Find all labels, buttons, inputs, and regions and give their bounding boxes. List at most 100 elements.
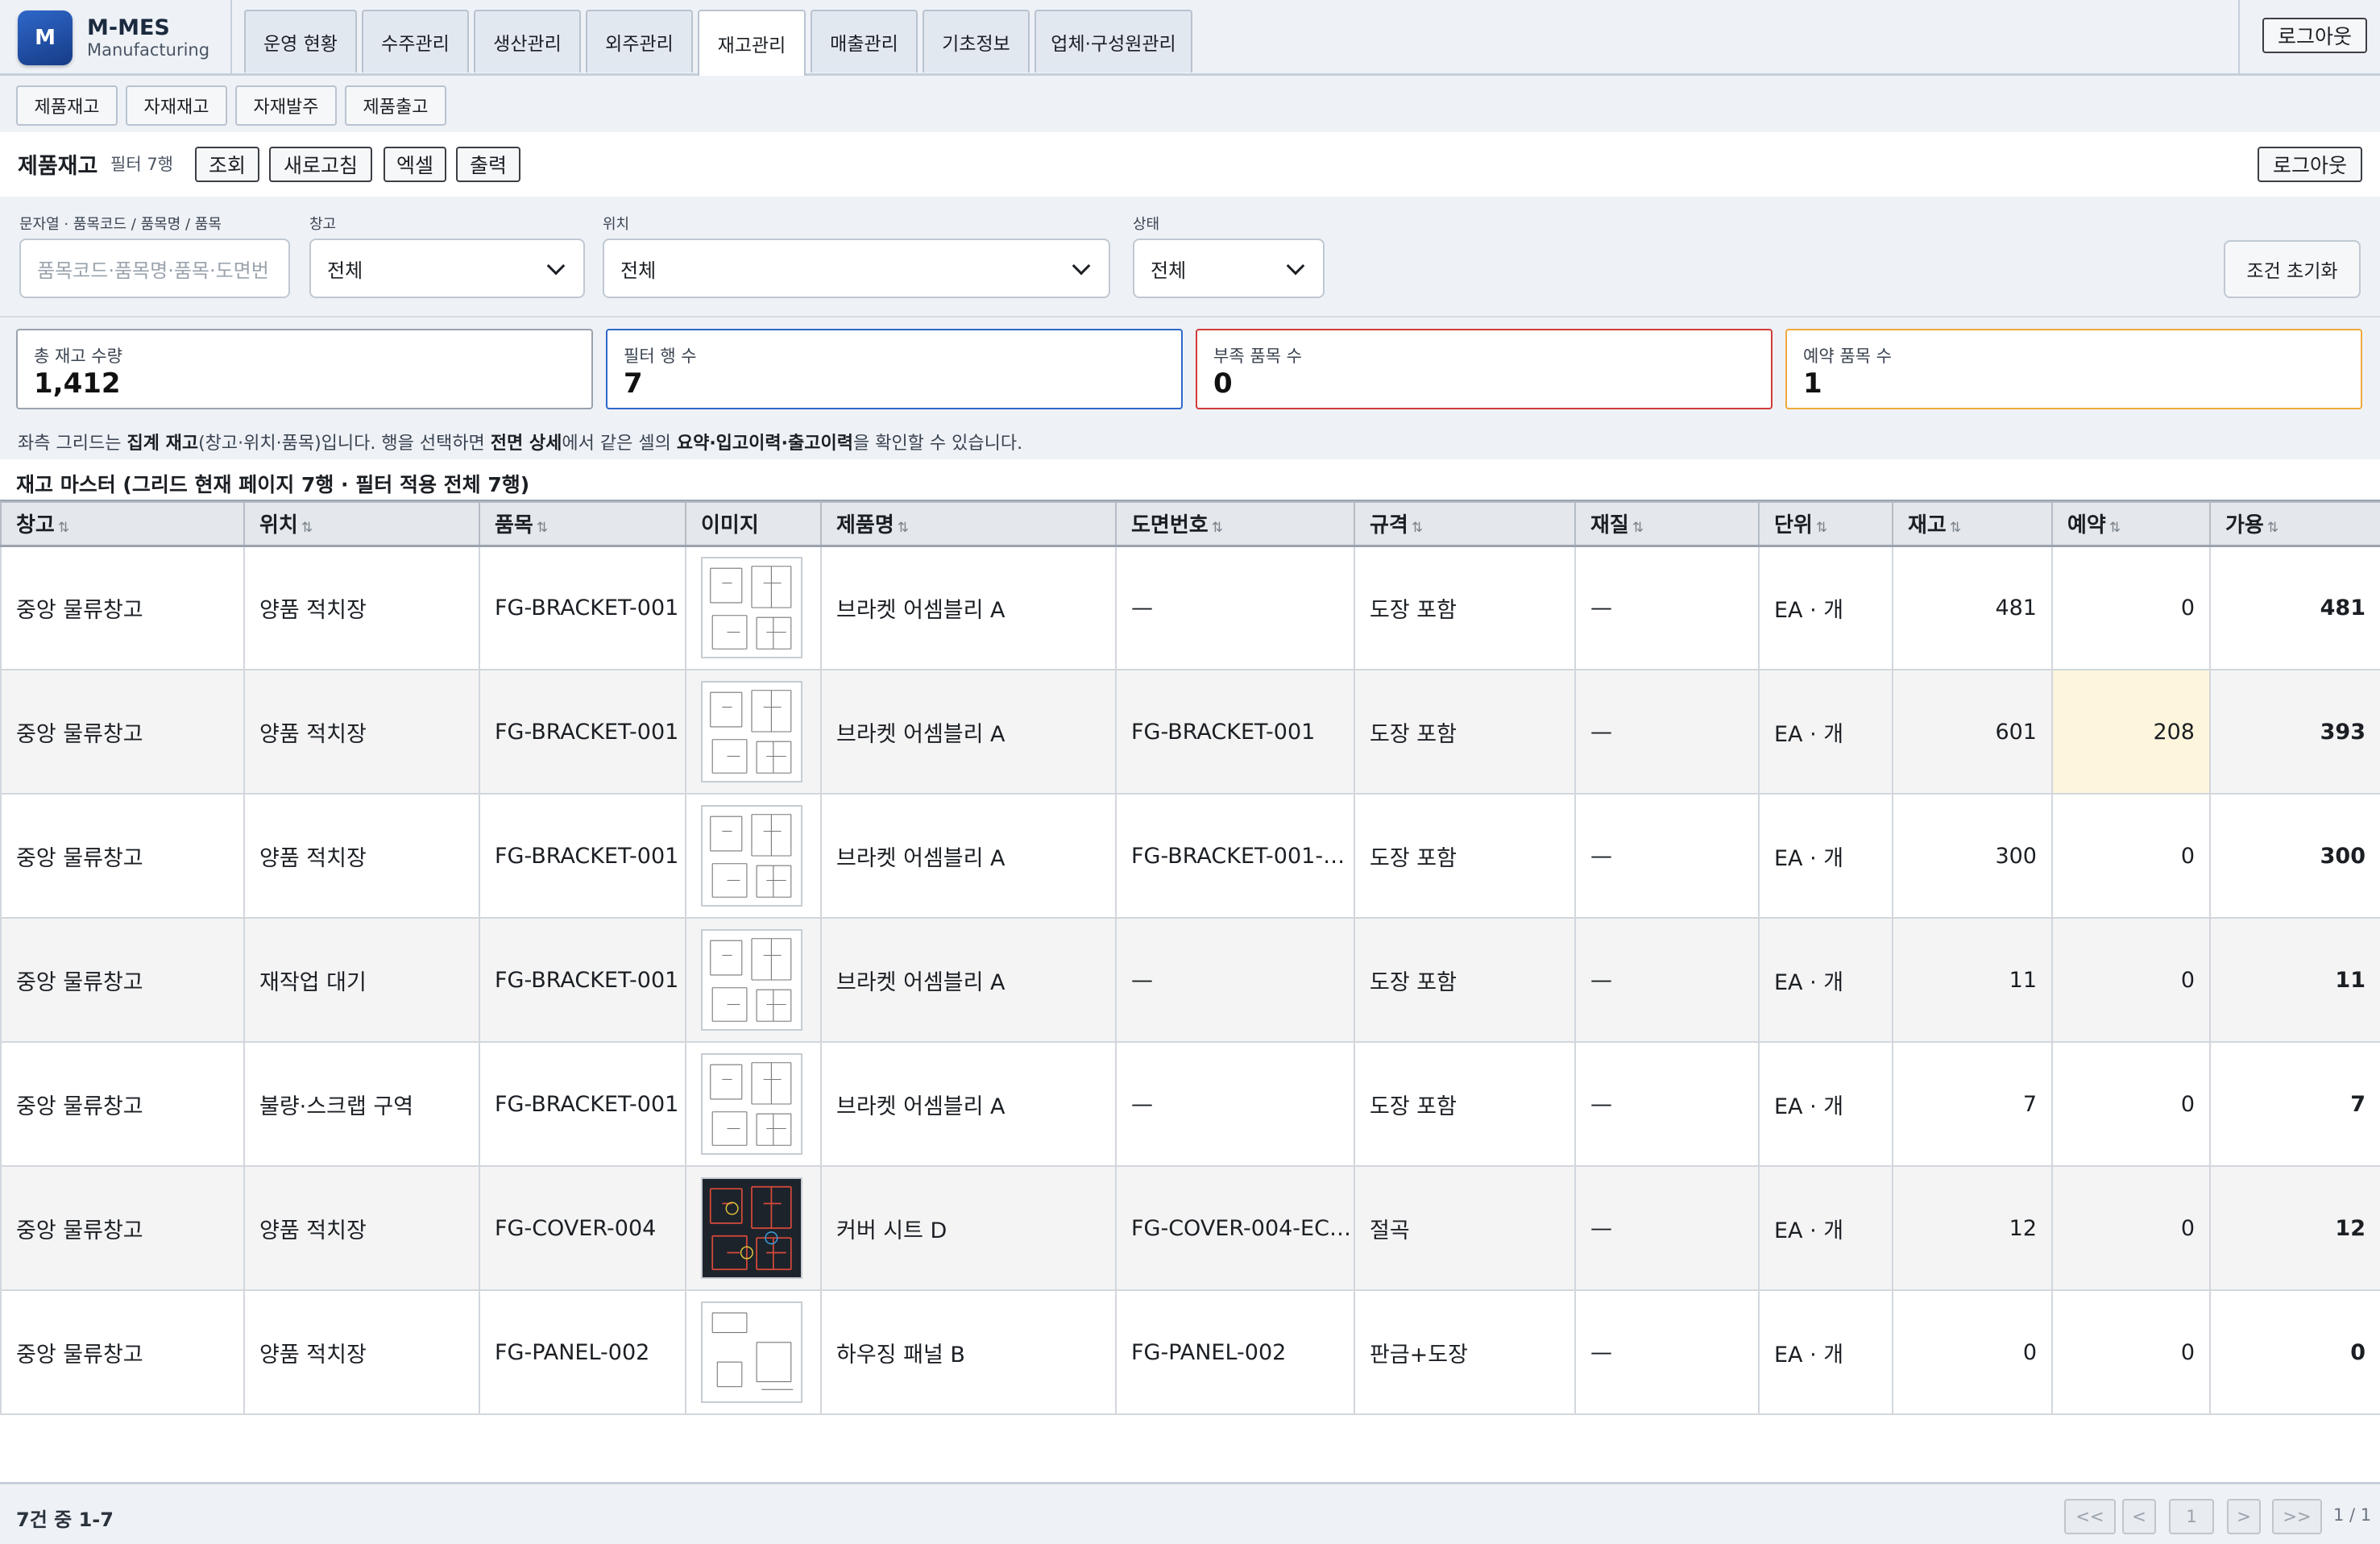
column-header-drawing-number[interactable]: 도면번호 ⇅ [1115, 501, 1355, 547]
header-logout-button[interactable]: 로그아웃 [2258, 147, 2362, 182]
brand[interactable]: M M-MES Manufacturing [18, 10, 209, 66]
cell-reserved: 0 [2051, 545, 2211, 670]
cell-stock: 481 [1892, 545, 2053, 670]
nav-tab-dashboard[interactable]: 운영 현황 [244, 10, 357, 73]
warehouse-select[interactable]: 전체 [309, 239, 585, 298]
prev-page-button[interactable]: < [2122, 1499, 2156, 1534]
table-header-row: 창고 ⇅ 위치 ⇅ 품목 ⇅ 이미지 제품명 ⇅ 도면번호 ⇅ 규격 ⇅ 재질 ⇅ 단위 ⇅ 재고 ⇅ 예약 ⇅ 가용 ⇅ [0, 501, 2380, 547]
reset-filters-button[interactable]: 조건 초기화 [2224, 240, 2361, 298]
nav-tab-outsourcing[interactable]: 외주관리 [586, 10, 693, 73]
sort-icon[interactable]: ⇅ [1212, 520, 1223, 536]
location-select[interactable]: 전체 [603, 239, 1110, 298]
nav-tab-production[interactable]: 생산관리 [474, 10, 581, 73]
table-row[interactable]: 중앙 물류창고 불량·스크랩 구역 FG-BRACKET-001 브라켓 어셈블리 A… [0, 1041, 2380, 1167]
warehouse-label: 창고 [309, 216, 337, 233]
column-header-location[interactable]: 위치 ⇅ [243, 501, 480, 547]
sort-icon[interactable]: ⇅ [1632, 520, 1644, 536]
logout-button[interactable]: 로그아웃 [2262, 18, 2367, 53]
nav-tab-sales[interactable]: 매출관리 [811, 10, 918, 73]
subtab-material-stock[interactable]: 자재재고 [126, 85, 227, 126]
column-header-label: 제품명 [836, 513, 894, 538]
subtab-material-order[interactable]: 자재발주 [235, 85, 337, 126]
grid-title: 재고 마스터 (그리드 현재 페이지 7행 · 필터 적용 전체 7행) [0, 459, 2380, 501]
last-page-button[interactable]: >> [2272, 1499, 2322, 1534]
column-header-warehouse[interactable]: 창고 ⇅ [0, 501, 245, 547]
nav-tab-orders[interactable]: 수주관리 [362, 10, 469, 73]
column-header-label: 도면번호 [1131, 513, 1209, 538]
sort-icon[interactable]: ⇅ [1950, 520, 1961, 536]
nav-tab-inventory[interactable]: 재고관리 [698, 10, 806, 76]
cell-image [685, 1041, 822, 1167]
product-drawing-thumbnail[interactable] [701, 557, 802, 659]
product-drawing-thumbnail[interactable] [701, 929, 802, 1031]
cell-unit: EA · 개 [1758, 917, 1893, 1043]
kpi-value: 1 [1803, 367, 1822, 400]
status-label: 상태 [1133, 216, 1160, 233]
status-select[interactable]: 전체 [1133, 239, 1325, 298]
cell-spec: 도장 포함 [1354, 1041, 1576, 1167]
product-drawing-thumbnail[interactable] [701, 805, 802, 907]
cell-available: 481 [2209, 545, 2380, 670]
column-header-stock[interactable]: 재고 ⇅ [1892, 501, 2053, 547]
column-header-product-name[interactable]: 제품명 ⇅ [820, 501, 1117, 547]
cell-drawing-number: FG-PANEL-002 [1115, 1289, 1355, 1415]
sort-icon[interactable]: ⇅ [537, 520, 548, 536]
cell-spec: 도장 포함 [1354, 545, 1576, 670]
nav-tab-partners-members[interactable]: 업체·구성원관리 [1035, 10, 1192, 73]
cell-available: 11 [2209, 917, 2380, 1043]
column-header-spec[interactable]: 규격 ⇅ [1354, 501, 1576, 547]
cell-reserved: 0 [2051, 793, 2211, 919]
cell-available: 300 [2209, 793, 2380, 919]
page-number-button[interactable]: 1 [2169, 1499, 2214, 1534]
sort-icon[interactable]: ⇅ [2109, 520, 2121, 536]
table-row[interactable]: 중앙 물류창고 양품 적치장 FG-BRACKET-001 브라켓 어셈블리 A FG-… [0, 669, 2380, 795]
sort-icon[interactable]: ⇅ [58, 520, 69, 536]
column-header-unit[interactable]: 단위 ⇅ [1758, 501, 1893, 547]
cell-reserved: 0 [2051, 917, 2211, 1043]
sort-icon[interactable]: ⇅ [1816, 520, 1827, 536]
cell-unit: EA · 개 [1758, 1041, 1893, 1167]
search-button[interactable]: 조회 [195, 147, 259, 182]
column-header-available[interactable]: 가용 ⇅ [2209, 501, 2380, 547]
sort-icon[interactable]: ⇅ [1412, 520, 1423, 536]
refresh-button[interactable]: 새로고침 [269, 147, 372, 182]
cell-stock: 0 [1892, 1289, 2053, 1415]
inventory-table: 창고 ⇅ 위치 ⇅ 품목 ⇅ 이미지 제품명 ⇅ 도면번호 ⇅ 규격 ⇅ 재질 ⇅ 단위 ⇅ 재고 ⇅ 예약 ⇅ 가용 ⇅ … [0, 501, 2380, 1415]
column-header-item[interactable]: 품목 ⇅ [479, 501, 686, 547]
table-row[interactable]: 중앙 물류창고 양품 적치장 FG-BRACKET-001 브라켓 어셈블리 A FG-… [0, 793, 2380, 919]
product-drawing-thumbnail[interactable] [701, 1301, 802, 1403]
print-button[interactable]: 출력 [456, 147, 520, 182]
subtab-product-stock[interactable]: 제품재고 [16, 85, 118, 126]
cell-available: 7 [2209, 1041, 2380, 1167]
sort-icon[interactable]: ⇅ [2267, 520, 2278, 536]
table-row[interactable]: 중앙 물류창고 양품 적치장 FG-BRACKET-001 브라켓 어셈블리 A — 도장… [0, 545, 2380, 670]
nav-tab-master-data[interactable]: 기초정보 [923, 10, 1030, 73]
app-logo: M [18, 10, 73, 65]
first-page-button[interactable]: << [2064, 1499, 2116, 1534]
search-input[interactable]: 품목코드·품목명·품목·도면번 [19, 239, 290, 298]
table-row[interactable]: 중앙 물류창고 양품 적치장 FG-COVER-004 커버 시트 D FG-COVER… [0, 1165, 2380, 1291]
column-header-image[interactable]: 이미지 [685, 501, 822, 547]
table-row[interactable]: 중앙 물류창고 재작업 대기 FG-BRACKET-001 브라켓 어셈블리 A — 도장… [0, 917, 2380, 1043]
sort-icon[interactable]: ⇅ [301, 520, 313, 536]
cell-drawing-number: — [1115, 545, 1355, 670]
main-nav-tabs: 운영 현황 수주관리 생산관리 외주관리 재고관리 매출관리 기초정보 업체·구… [230, 0, 2240, 76]
cell-product-name: 커버 시트 D [820, 1165, 1117, 1291]
cell-stock: 601 [1892, 669, 2053, 795]
column-header-reserved[interactable]: 예약 ⇅ [2051, 501, 2211, 547]
product-drawing-thumbnail[interactable] [701, 1177, 802, 1279]
column-header-material[interactable]: 재질 ⇅ [1574, 501, 1760, 547]
table-row[interactable]: 중앙 물류창고 양품 적치장 FG-PANEL-002 하우징 패널 B FG-PANE… [0, 1289, 2380, 1415]
product-drawing-thumbnail[interactable] [701, 1053, 802, 1155]
column-header-label: 재질 [1590, 513, 1629, 538]
product-drawing-thumbnail[interactable] [701, 681, 802, 782]
page-indicator: 1 / 1 [2333, 1505, 2372, 1525]
app-name: M-MES [87, 15, 170, 41]
sort-icon[interactable]: ⇅ [898, 520, 909, 536]
subtab-product-shipment[interactable]: 제품출고 [345, 85, 446, 126]
excel-button[interactable]: 엑셀 [384, 147, 446, 182]
app-subtitle: Manufacturing [87, 40, 210, 60]
inventory-grid: 창고 ⇅ 위치 ⇅ 품목 ⇅ 이미지 제품명 ⇅ 도면번호 ⇅ 규격 ⇅ 재질 ⇅ 단위 ⇅ 재고 ⇅ 예약 ⇅ 가용 ⇅ … [0, 500, 2380, 1484]
next-page-button[interactable]: > [2227, 1499, 2261, 1534]
cell-unit: EA · 개 [1758, 669, 1893, 795]
